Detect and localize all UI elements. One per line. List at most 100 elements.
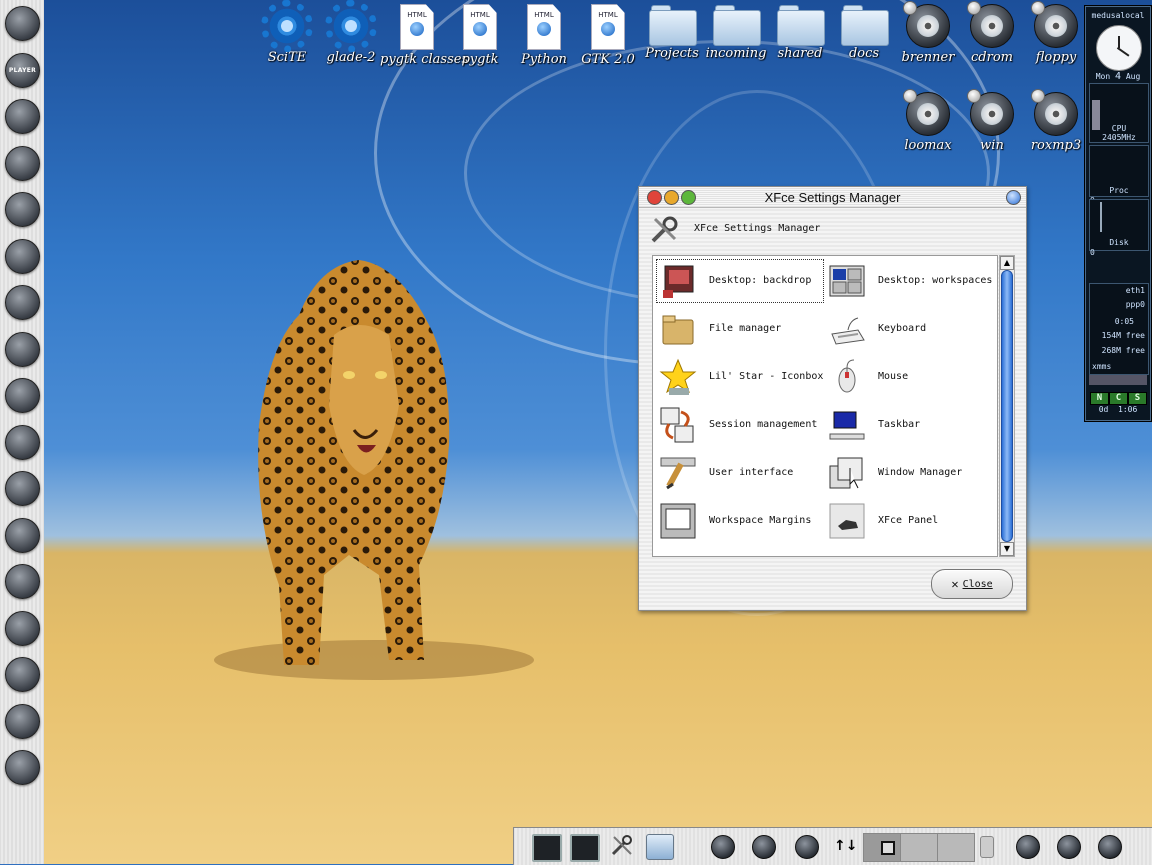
xmms-controls[interactable]	[1089, 375, 1147, 385]
scroll-down-button[interactable]: ▼	[1000, 542, 1014, 556]
desktop-icon-pygtk[interactable]: HTML pygtk	[443, 4, 517, 67]
close-label: Close	[962, 578, 993, 590]
monitor-date: Mon 4 Aug	[1095, 71, 1141, 82]
network-icon[interactable]	[5, 192, 40, 227]
disc-green-icon[interactable]	[5, 424, 40, 460]
settings-item-label: Session management	[709, 419, 818, 430]
check-icon[interactable]	[5, 238, 40, 274]
desktop-icon-shared[interactable]: shared	[763, 4, 837, 61]
settings-item-keyboard[interactable]: Keyboard	[824, 306, 994, 352]
person-icon[interactable]	[5, 378, 40, 413]
settings-item-taskbar[interactable]: Taskbar	[824, 402, 994, 448]
desktop-icon-label: cdrom	[971, 50, 1013, 65]
scroll-thumb[interactable]	[1001, 270, 1013, 542]
left-dock: PLAYER	[0, 0, 45, 864]
bomb-icon[interactable]	[5, 145, 40, 181]
desktop-icon-brenner[interactable]: brenner	[891, 1, 965, 65]
swirl-icon[interactable]	[5, 471, 40, 506]
settings-item-label: XFce Panel	[878, 515, 939, 526]
html-document-icon: HTML	[527, 4, 561, 50]
pen-icon[interactable]	[5, 331, 40, 367]
scrollbar[interactable]: ▲ ▼	[999, 255, 1015, 557]
terminal-icon[interactable]	[532, 834, 562, 862]
settings-item-desktop-backdrop[interactable]: Desktop: backdrop	[655, 258, 825, 304]
desktop-icon-label: floppy	[1035, 50, 1077, 65]
settings-item-window-manager[interactable]: Window Manager	[824, 450, 994, 496]
clock-icon	[1096, 25, 1142, 71]
settings-item-label: Desktop: workspaces	[878, 275, 993, 286]
titlebar[interactable]: XFce Settings Manager	[639, 187, 1026, 208]
desktop-icon-loomax[interactable]: loomax	[891, 89, 965, 153]
panel-disk-icon[interactable]	[1016, 835, 1040, 859]
desktop-icon-python[interactable]: HTML Python	[507, 4, 581, 67]
desktop-icon-scite[interactable]: SciTE	[250, 0, 324, 65]
gear-red-icon[interactable]	[5, 703, 40, 739]
file-manager-icon[interactable]	[646, 834, 674, 860]
window-title: XFce Settings Manager	[764, 190, 901, 205]
settings-header: XFce Settings Manager	[649, 215, 1009, 245]
taskbar-icon	[828, 406, 866, 444]
settings-item-session-management[interactable]: Session management	[655, 402, 825, 448]
settings-item-user-interface[interactable]: User interface	[655, 450, 825, 496]
panel-wand-icon[interactable]	[1057, 835, 1081, 859]
settings-header-label: XFce Settings Manager	[694, 223, 821, 234]
ncs-s: S	[1128, 392, 1147, 405]
desktop-icon-incoming[interactable]: incoming	[699, 4, 773, 61]
cd2-icon[interactable]	[5, 610, 40, 646]
desktop-icon-docs[interactable]: docs	[827, 4, 901, 61]
desktop-icon-cdrom[interactable]: cdrom	[955, 1, 1029, 65]
settings-item-label: Workspace Margins	[709, 515, 812, 526]
settings-item-xfce-panel[interactable]: XFce Panel	[824, 498, 994, 544]
panel-exit-icon[interactable]	[1098, 835, 1122, 859]
panel-network-icon[interactable]	[752, 835, 776, 859]
workspace-2[interactable]	[900, 833, 938, 862]
workspace-1[interactable]	[863, 833, 901, 862]
window-icon[interactable]	[5, 285, 40, 320]
exit-icon[interactable]	[5, 750, 40, 785]
cd-icon[interactable]	[5, 564, 40, 599]
settings-item-desktop-workspaces[interactable]: Desktop: workspaces	[824, 258, 994, 304]
gear-icon	[325, 0, 377, 52]
desktop-icon-win[interactable]: win	[955, 89, 1029, 153]
settings-list: Desktop: backdrop Desktop: workspaces File…	[652, 255, 998, 557]
monitor-hostname: medusalocal	[1091, 11, 1145, 20]
close-button[interactable]: ✕ Close	[931, 569, 1013, 599]
settings-item-label: Window Manager	[878, 467, 963, 478]
book-icon[interactable]	[5, 657, 40, 692]
desktop-icon-gtk-2-0[interactable]: HTML GTK 2.0	[571, 4, 645, 67]
skull-icon[interactable]	[5, 6, 40, 41]
settings-item-file-manager[interactable]: File manager	[655, 306, 825, 352]
desktop-icon-floppy[interactable]: floppy	[1019, 1, 1093, 65]
panel-icon	[828, 502, 866, 540]
scroll-up-button[interactable]: ▲	[1000, 256, 1014, 270]
settings-tools-icon[interactable]	[609, 834, 635, 858]
wand-icon[interactable]	[5, 517, 40, 553]
drive-icon	[967, 89, 1014, 136]
desktop-icon-label: GTK 2.0	[581, 52, 635, 67]
settings-item-workspace-margins[interactable]: Workspace Margins	[655, 498, 825, 544]
terminal2-icon[interactable]	[570, 834, 600, 862]
settings-item-mouse[interactable]: Mouse	[824, 354, 994, 400]
drive-icon	[967, 1, 1014, 48]
desktop-icon-label: incoming	[705, 46, 767, 61]
desktop-icon-glade-2[interactable]: glade-2	[314, 0, 388, 65]
workspace-3[interactable]	[937, 833, 975, 862]
trash-icon[interactable]	[980, 836, 994, 858]
settings-item-lil-star-iconbox[interactable]: Lil' Star - Iconbox	[655, 354, 825, 400]
panel-bomb-icon[interactable]	[795, 835, 819, 859]
folder-icon	[713, 4, 761, 46]
desktop-icon-projects[interactable]: Projects	[635, 4, 709, 61]
panel-globe-icon[interactable]	[711, 835, 735, 859]
ncs-n: N	[1090, 392, 1109, 405]
star-icon	[659, 358, 697, 396]
shade-button[interactable]	[1006, 190, 1021, 205]
disk-graph: Disk 0	[1089, 199, 1149, 257]
desktop-icon-label: brenner	[901, 50, 955, 65]
player-icon[interactable]: PLAYER	[5, 52, 40, 88]
eyes-icon[interactable]	[5, 99, 40, 134]
margins-icon	[659, 502, 697, 540]
settings-item-label: User interface	[709, 467, 794, 478]
desktop-icon-roxmp3[interactable]: roxmp3	[1019, 89, 1093, 153]
arrows-icon[interactable]: ↑↓	[834, 838, 860, 862]
desktop-icon-label: Python	[521, 52, 567, 67]
